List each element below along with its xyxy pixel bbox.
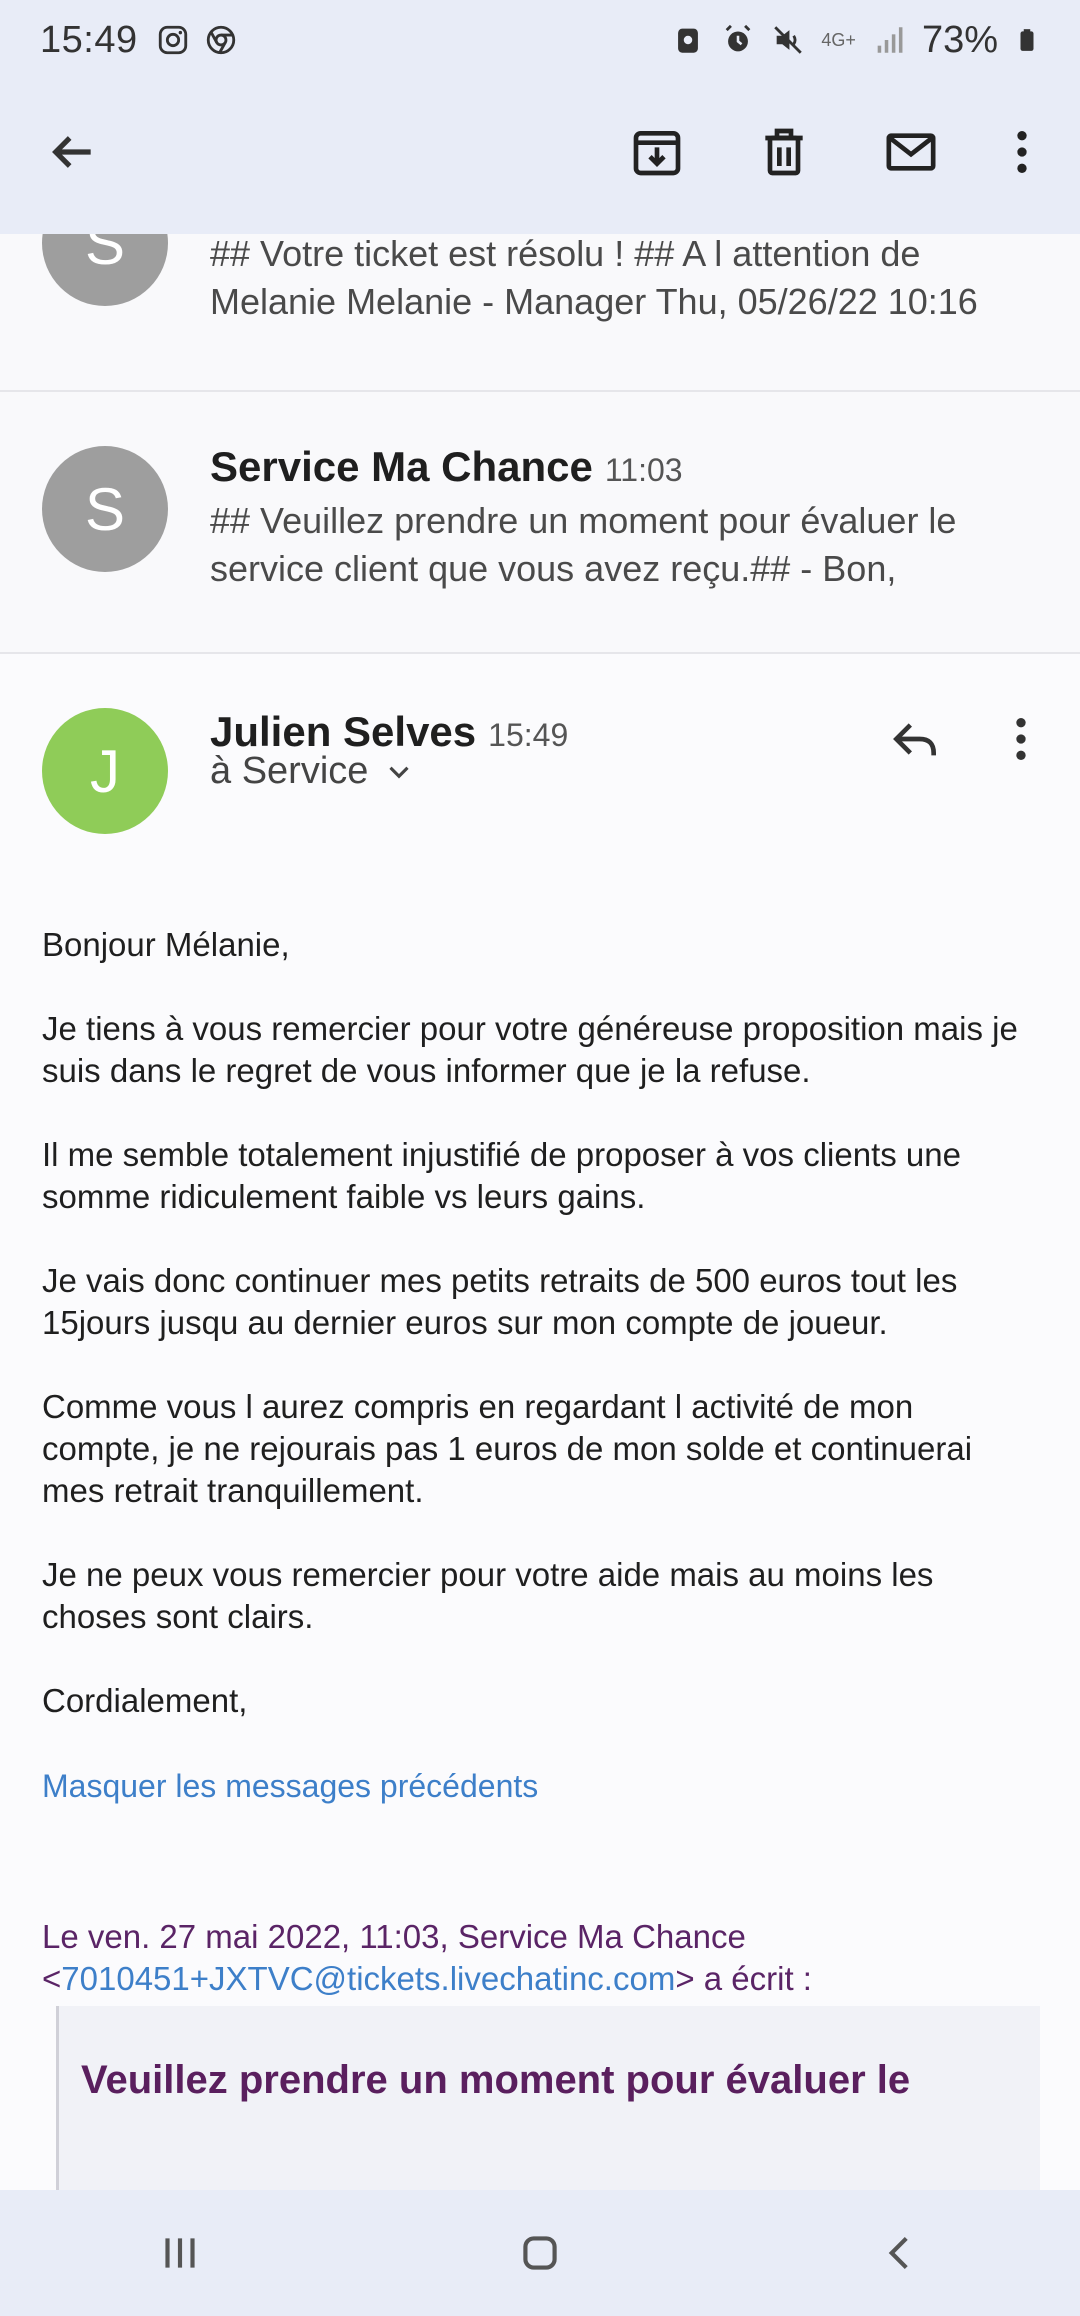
recipient-toggle[interactable]: à Service: [210, 750, 416, 793]
more-options-button[interactable]: [986, 116, 1058, 188]
top-bar: 15:49 4G+ 73%: [0, 0, 1080, 234]
chevron-down-icon: [389, 766, 410, 778]
avatar: S: [42, 446, 168, 572]
instagram-icon: [158, 25, 187, 55]
archive-icon: [633, 131, 681, 176]
battery-icon: [1020, 29, 1034, 51]
delete-button[interactable]: [748, 116, 820, 188]
mark-unread-icon: [886, 133, 936, 171]
collapsed-message[interactable]: S Service Ma Chance 11:03 ## Veuillez pre…: [0, 392, 1080, 654]
message-header: J Julien Selves 15:49 à Service: [0, 654, 1080, 854]
reply-icon: [893, 723, 936, 756]
status-time: 15:49: [40, 18, 138, 61]
alarm-icon: [726, 24, 751, 52]
signal-icon: [877, 27, 903, 53]
lock-app-icon: [678, 28, 699, 53]
quote-email-link[interactable]: 7010451+JXTVC@tickets.livechatinc.com: [61, 1960, 675, 1997]
quoted-title: Veuillez prendre un moment pour évaluer …: [81, 2058, 911, 2102]
status-bar: 15:49 4G+ 73%: [0, 0, 1080, 80]
email-thread[interactable]: S ## Votre ticket est résolu ! ## A l at…: [0, 234, 1080, 2190]
reply-button[interactable]: [880, 704, 950, 774]
recipient-label: à Service: [210, 750, 369, 792]
body-paragraph: Cordialement,: [42, 1682, 248, 1719]
collapsed-message[interactable]: S ## Votre ticket est résolu ! ## A l at…: [0, 234, 1080, 392]
chevron-left-icon: [888, 2236, 908, 2270]
message-snippet: ## Veuillez prendre un moment pour évalu…: [210, 500, 957, 589]
sender-name: Service Ma Chance: [210, 443, 593, 490]
system-back-button[interactable]: [855, 2208, 945, 2298]
message-time: 11:03: [604, 452, 683, 488]
network-type-icon: 4G+: [821, 30, 856, 50]
archive-button[interactable]: [621, 116, 693, 188]
mute-icon: [774, 26, 803, 54]
app-bar: [0, 90, 1080, 210]
chrome-icon: [206, 25, 235, 55]
message-time: 15:49: [488, 717, 569, 753]
hide-previous-messages-link[interactable]: Masquer les messages précédents: [42, 1768, 538, 1805]
open-message: J Julien Selves 15:49 à Service Bonjour M…: [0, 654, 1080, 2190]
body-paragraph: Je vais donc continuer mes petits retrai…: [42, 1262, 958, 1341]
body-paragraph: Je tiens à vous remercier pour votre gén…: [42, 1010, 1018, 1089]
more-vert-icon: [1017, 131, 1027, 173]
quote-header: Le ven. 27 mai 2022, 11:03, Service Ma C…: [42, 1918, 812, 1997]
mark-unread-button[interactable]: [875, 116, 947, 188]
sender-name: Julien Selves: [210, 708, 477, 755]
message-body: Bonjour Mélanie, Je tiens à vous remerci…: [42, 924, 1032, 1764]
battery-percent: 73%: [921, 18, 998, 61]
recent-apps-icon: [165, 2238, 195, 2268]
body-paragraph: Comme vous l aurez compris en regardant …: [42, 1388, 973, 1509]
message-more-button[interactable]: [986, 704, 1056, 774]
home-icon: [523, 2236, 557, 2270]
system-nav-bar: [0, 2190, 1080, 2316]
body-paragraph: Bonjour Mélanie,: [42, 926, 290, 963]
more-vert-icon: [1016, 718, 1026, 760]
quoted-message: Veuillez prendre un moment pour évaluer …: [56, 2006, 1040, 2190]
avatar: S: [42, 234, 168, 306]
message-snippet: ## Votre ticket est résolu ! ## A l atte…: [210, 234, 978, 322]
recent-apps-button[interactable]: [135, 2208, 225, 2298]
body-paragraph: Il me semble totalement injustifié de pr…: [42, 1136, 961, 1215]
avatar: J: [42, 708, 168, 834]
delete-icon: [765, 128, 803, 176]
body-paragraph: Je ne peux vous remercier pour votre aid…: [42, 1556, 934, 1635]
back-button[interactable]: [36, 116, 108, 188]
back-arrow-icon: [52, 136, 91, 168]
home-button[interactable]: [495, 2208, 585, 2298]
